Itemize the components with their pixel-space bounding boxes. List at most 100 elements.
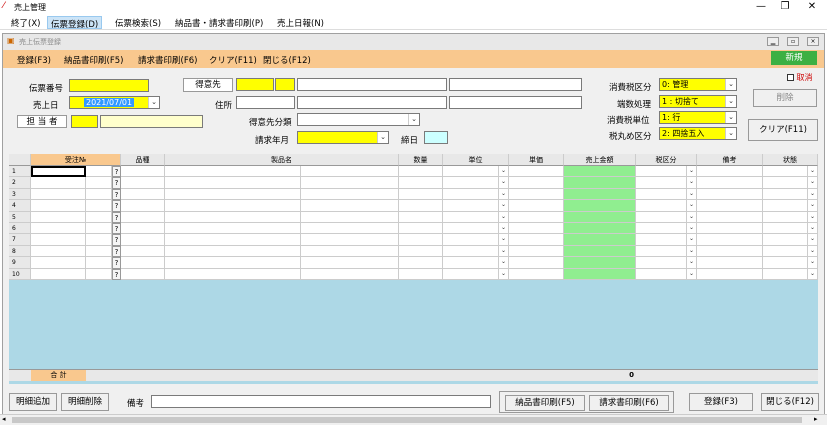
grid-cell[interactable] (399, 177, 443, 189)
grid-cell[interactable] (697, 223, 763, 235)
grid-cell[interactable] (509, 200, 564, 212)
grid-cell[interactable] (31, 245, 86, 258)
minimize-button[interactable]: — (752, 1, 770, 12)
grid-cell[interactable] (763, 211, 808, 223)
chevron-down-icon[interactable]: ⌄ (687, 223, 697, 235)
grid-cell[interactable] (443, 257, 499, 269)
maximize-button[interactable]: ❐ (776, 1, 794, 12)
scroll-thumb[interactable] (12, 417, 802, 423)
chevron-down-icon[interactable]: ⌄ (499, 188, 509, 201)
print-delivery-button[interactable]: 納品書印刷(F5) (505, 395, 585, 411)
grid-cell[interactable] (399, 223, 443, 235)
checkbox-icon[interactable] (787, 74, 794, 81)
chevron-down-icon[interactable]: ⌄ (808, 177, 818, 189)
grid-cell[interactable] (121, 200, 165, 212)
grid-cell[interactable] (301, 257, 399, 269)
grid-cell[interactable] (165, 223, 301, 235)
fn-clear[interactable]: クリア(F11) (209, 54, 257, 66)
grid-cell[interactable] (697, 268, 763, 280)
chevron-down-icon[interactable]: ⌄ (499, 211, 509, 223)
customer-name2-input[interactable] (449, 78, 582, 91)
staff-code-input[interactable] (71, 115, 98, 128)
grid-cell[interactable] (86, 188, 112, 201)
customer-name-input[interactable] (297, 78, 447, 91)
grid-cell[interactable] (443, 223, 499, 235)
chevron-down-icon[interactable]: ⌄ (808, 245, 818, 258)
chevron-down-icon[interactable]: ⌄ (499, 177, 509, 189)
staff-name-input[interactable] (100, 115, 203, 128)
grid-cell[interactable] (399, 188, 443, 201)
lookup-button[interactable]: ? (112, 245, 121, 258)
menu-daily-report[interactable]: 売上日報(N) (274, 16, 327, 29)
grid-cell[interactable] (636, 211, 687, 223)
grid-cell[interactable] (636, 223, 687, 235)
grid-cell[interactable] (399, 234, 443, 246)
lookup-button[interactable]: ? (112, 166, 121, 178)
tax-class-select[interactable]: 0: 管理 ⌄ (659, 78, 737, 91)
grid-cell[interactable] (31, 211, 86, 223)
grid-cell[interactable] (564, 257, 636, 269)
grid-cell[interactable] (443, 234, 499, 246)
grid-cell[interactable] (399, 268, 443, 280)
slip-no-input[interactable] (69, 79, 149, 92)
customer-code-input[interactable] (236, 78, 274, 91)
chevron-down-icon[interactable]: ⌄ (808, 188, 818, 201)
lookup-button[interactable]: ? (112, 188, 121, 201)
sales-date-input[interactable]: 2021/07/01 ⌄ (69, 96, 160, 109)
billing-month-select[interactable]: ⌄ (297, 131, 389, 144)
grid-cell[interactable] (697, 245, 763, 258)
grid-cell[interactable] (564, 268, 636, 280)
grid-cell[interactable] (165, 211, 301, 223)
add-row-button[interactable]: 明細追加 (9, 393, 57, 411)
fn-close[interactable]: 閉じる(F12) (263, 54, 311, 66)
fn-register[interactable]: 登録(F3) (17, 54, 51, 66)
grid-cell[interactable] (399, 166, 443, 178)
close-button[interactable]: ✕ (803, 1, 821, 12)
grid-cell[interactable] (86, 234, 112, 246)
delete-row-button[interactable]: 明細削除 (61, 393, 109, 411)
chevron-down-icon[interactable]: ⌄ (499, 166, 509, 178)
lookup-button[interactable]: ? (112, 211, 121, 223)
grid-cell[interactable] (121, 188, 165, 201)
grid-cell[interactable] (763, 177, 808, 189)
chevron-down-icon[interactable]: ⌄ (808, 211, 818, 223)
grid-cell[interactable] (443, 268, 499, 280)
grid-cell[interactable] (31, 200, 86, 212)
delete-button[interactable]: 削除 (753, 89, 817, 107)
grid-cell[interactable] (121, 268, 165, 280)
grid-cell[interactable] (697, 177, 763, 189)
chevron-down-icon[interactable]: ⌄ (725, 112, 736, 123)
lookup-button[interactable]: ? (112, 223, 121, 235)
grid-cell[interactable] (697, 188, 763, 201)
grid-cell[interactable] (763, 166, 808, 178)
grid-cell[interactable] (86, 223, 112, 235)
grid-cell[interactable] (121, 257, 165, 269)
grid-cell[interactable] (509, 234, 564, 246)
chevron-down-icon[interactable]: ⌄ (687, 188, 697, 201)
chevron-down-icon[interactable]: ⌄ (808, 234, 818, 246)
grid-cell[interactable] (301, 245, 399, 258)
grid-cell[interactable] (31, 268, 86, 280)
grid-cell[interactable] (564, 223, 636, 235)
grid-cell[interactable] (121, 223, 165, 235)
chevron-down-icon[interactable]: ⌄ (725, 128, 736, 139)
menu-exit[interactable]: 終了(X) (8, 16, 43, 29)
grid-cell[interactable] (165, 245, 301, 258)
grid-cell[interactable] (31, 234, 86, 246)
lookup-button[interactable]: ? (112, 234, 121, 246)
customer-class-select[interactable]: ⌄ (297, 113, 420, 126)
grid-cell[interactable] (564, 166, 636, 178)
scroll-left-icon[interactable]: ◂ (2, 415, 6, 423)
lookup-button[interactable]: ? (112, 200, 121, 212)
grid-cell[interactable] (636, 188, 687, 201)
grid-cell[interactable] (165, 177, 301, 189)
rounding-select[interactable]: 1 : 切捨て ⌄ (659, 95, 737, 108)
grid-cell[interactable] (564, 177, 636, 189)
chevron-down-icon[interactable]: ⌄ (687, 257, 697, 269)
grid-cell[interactable] (636, 268, 687, 280)
chevron-down-icon[interactable]: ⌄ (687, 211, 697, 223)
chevron-down-icon[interactable]: ⌄ (377, 132, 388, 143)
grid-cell[interactable] (301, 234, 399, 246)
grid-cell[interactable] (564, 211, 636, 223)
grid-cell[interactable] (165, 234, 301, 246)
